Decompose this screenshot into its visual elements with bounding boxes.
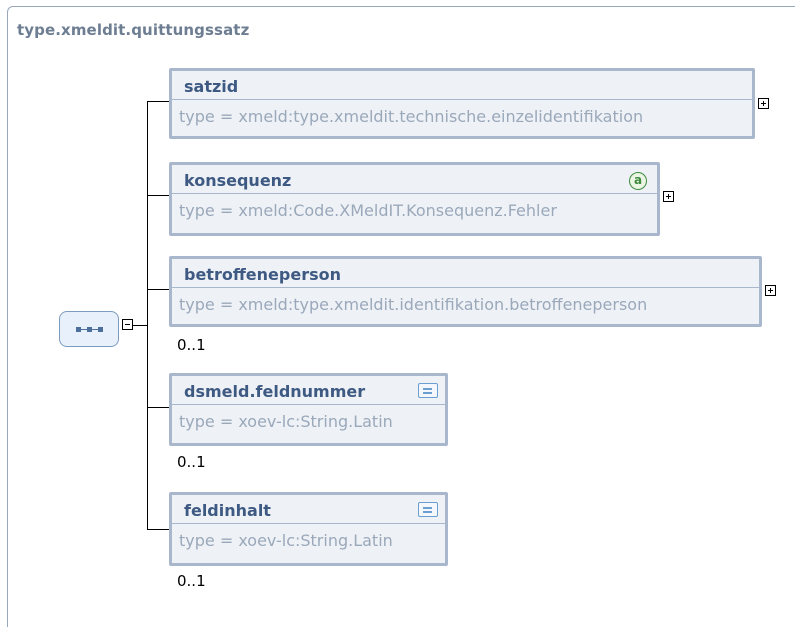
element-divider bbox=[172, 523, 445, 524]
occurrence-label: 0..1 bbox=[177, 572, 206, 590]
element-type: type = xmeld:type.xmeldit.identifikation… bbox=[179, 295, 648, 314]
connector-line bbox=[147, 529, 169, 530]
collapse-toggle-icon[interactable] bbox=[122, 319, 133, 330]
attribute-icon: a bbox=[629, 172, 647, 190]
expand-toggle-icon[interactable] bbox=[765, 285, 776, 296]
element-divider bbox=[172, 287, 759, 288]
documentation-icon bbox=[418, 383, 438, 398]
complex-type-title: type.xmeldit.quittungssatz bbox=[17, 21, 250, 39]
connector-line bbox=[147, 289, 169, 290]
element-satzid[interactable]: satzid type = xmeld:type.xmeldit.technis… bbox=[169, 68, 755, 139]
sequence-dot-icon bbox=[98, 327, 103, 332]
connector-line bbox=[133, 325, 147, 326]
element-name: konsequenz bbox=[184, 171, 292, 190]
element-divider bbox=[172, 99, 752, 100]
element-name: satzid bbox=[184, 77, 239, 96]
element-betroffeneperson[interactable]: betroffeneperson type = xmeld:type.xmeld… bbox=[169, 256, 762, 327]
element-name: dsmeld.feldnummer bbox=[184, 382, 366, 401]
expand-toggle-icon[interactable] bbox=[758, 98, 769, 109]
sequence-compositor[interactable] bbox=[59, 311, 119, 347]
element-konsequenz[interactable]: konsequenz type = xmeld:Code.XMeldIT.Kon… bbox=[169, 162, 660, 236]
occurrence-label: 0..1 bbox=[177, 453, 206, 471]
element-name: feldinhalt bbox=[184, 501, 271, 520]
element-dsmeld-feldnummer[interactable]: dsmeld.feldnummer type = xoev-lc:String.… bbox=[169, 373, 448, 446]
connector-line bbox=[147, 195, 169, 196]
occurrence-label: 0..1 bbox=[177, 336, 206, 354]
connector-trunk bbox=[147, 101, 148, 530]
element-divider bbox=[172, 404, 445, 405]
element-type: type = xoev-lc:String.Latin bbox=[179, 412, 393, 431]
element-type: type = xmeld:type.xmeldit.technische.ein… bbox=[179, 107, 644, 126]
element-type: type = xmeld:Code.XMeldIT.Konsequenz.Feh… bbox=[179, 201, 557, 220]
element-type: type = xoev-lc:String.Latin bbox=[179, 531, 393, 550]
element-feldinhalt[interactable]: feldinhalt type = xoev-lc:String.Latin bbox=[169, 492, 448, 566]
element-name: betroffeneperson bbox=[184, 265, 341, 284]
element-divider bbox=[172, 193, 657, 194]
documentation-icon bbox=[418, 502, 438, 517]
expand-toggle-icon[interactable] bbox=[663, 191, 674, 202]
connector-line bbox=[147, 101, 169, 102]
connector-line bbox=[147, 407, 169, 408]
